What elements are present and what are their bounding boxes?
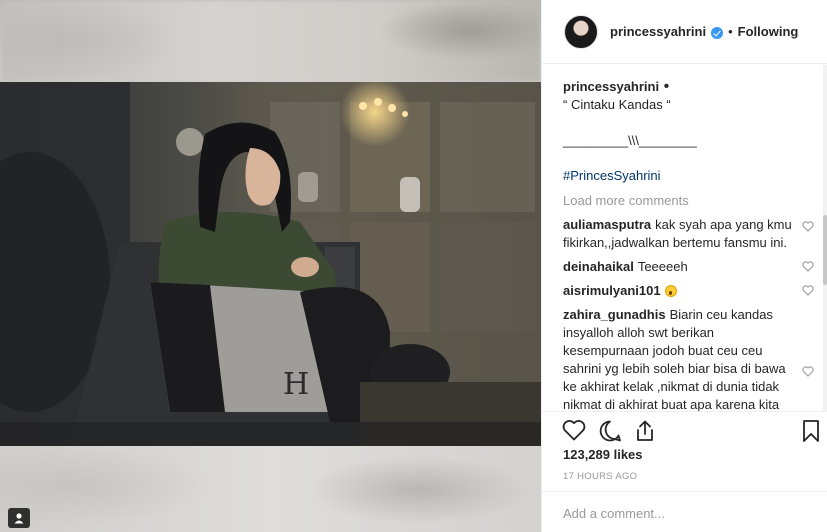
blurred-background-bottom [0, 446, 541, 532]
like-heart-icon[interactable] [562, 419, 586, 441]
post-photo[interactable]: H [0, 82, 541, 446]
post-media[interactable]: H [0, 0, 541, 532]
following-button[interactable]: Following [738, 24, 799, 39]
comment-username[interactable]: aisrimulyani101 [563, 283, 661, 298]
avatar[interactable] [564, 14, 598, 49]
svg-text:H: H [283, 367, 309, 402]
like-comment-heart-icon[interactable] [802, 221, 814, 232]
comment-item: aisrimulyani101 [563, 282, 824, 300]
separator-dot: • [728, 24, 733, 39]
post-actions-bar [542, 411, 827, 447]
add-comment-input[interactable]: Add a comment... [542, 491, 827, 532]
like-comment-heart-icon[interactable] [802, 366, 814, 377]
post-timestamp[interactable]: 17 HOURS AGO [563, 471, 637, 482]
tagged-users-button[interactable] [8, 508, 30, 528]
comment-item: deinahaikal Teeeeeh [563, 258, 824, 276]
caption: princessyahrini • “ Cintaku Kandas “ ___… [563, 78, 824, 183]
likes-count[interactable]: 123,289 likes [563, 447, 643, 462]
post-details-panel: princessyahrini • Following princessyahr… [541, 0, 827, 532]
caption-line-2: _________\\\________ [563, 133, 697, 148]
surprised-face-emoji-icon [664, 285, 677, 297]
blurred-background-top [0, 0, 541, 82]
comment-text: Biarin ceu kandas insyalloh alloh swt be… [563, 307, 786, 411]
comment-username[interactable]: auliamasputra [563, 217, 651, 232]
caption-username[interactable]: princessyahrini [563, 79, 659, 94]
verified-badge-icon [711, 26, 724, 39]
post-author-username[interactable]: princessyahrini [610, 24, 706, 39]
comments-scrollbar[interactable] [823, 65, 827, 411]
scrollbar-thumb[interactable] [823, 215, 827, 285]
comments-list[interactable]: princessyahrini • “ Cintaku Kandas “ ___… [542, 65, 824, 411]
photo-illustration: H [0, 82, 541, 446]
save-bookmark-icon[interactable] [801, 419, 821, 443]
like-comment-heart-icon[interactable] [802, 285, 814, 296]
caption-line-1: “ Cintaku Kandas “ [563, 97, 671, 112]
caption-hashtag[interactable]: #PrincesSyahrini [563, 168, 824, 183]
caption-separator: • [663, 78, 670, 95]
comment-text: Teeeeeh [637, 259, 688, 274]
comment-bubble-icon[interactable] [598, 419, 622, 443]
comment-item: auliamasputra kak syah apa yang kmu fikir… [563, 216, 824, 252]
comment-username[interactable]: zahira_gunadhis [563, 307, 666, 322]
comment-item: zahira_gunadhis Biarin ceu kandas insyall… [563, 306, 824, 411]
comment-username[interactable]: deinahaikal [563, 259, 634, 274]
person-icon [14, 513, 24, 524]
share-icon[interactable] [634, 419, 656, 443]
load-more-comments-button[interactable]: Load more comments [563, 193, 824, 208]
post-header: princessyahrini • Following [542, 0, 827, 64]
like-comment-heart-icon[interactable] [802, 261, 814, 272]
